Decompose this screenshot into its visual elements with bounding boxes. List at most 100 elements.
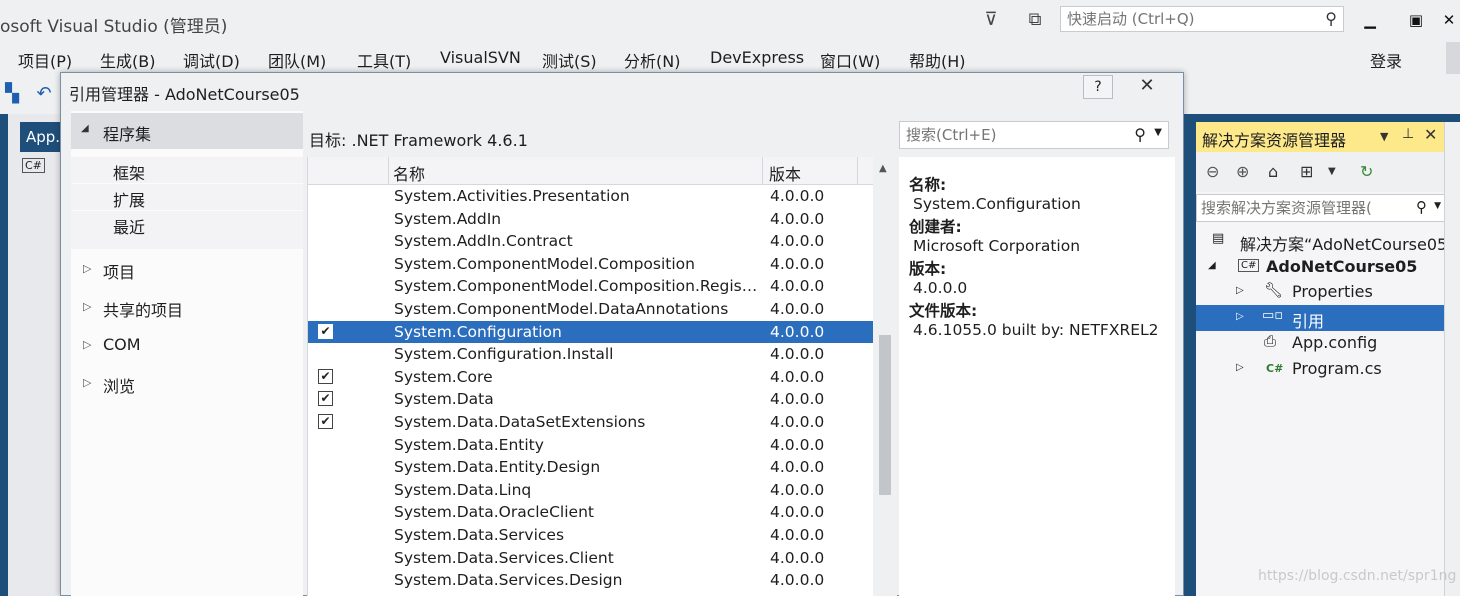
dropdown-icon[interactable]: ▼ (1380, 130, 1388, 143)
table-row[interactable]: ✔ System.Configuration 4.0.0.0 (308, 320, 874, 343)
table-row[interactable]: System.Data.Services.Design 4.0.0.0 (308, 569, 874, 591)
table-row[interactable]: System.ComponentModel.DataAnnotations 4.0… (308, 298, 874, 320)
reference-checkbox[interactable]: ✔ (318, 368, 333, 384)
filter-icon[interactable]: ⊽ (978, 8, 1004, 32)
toolbar-button-icon[interactable]: ▚ (0, 82, 24, 106)
feedback-icon[interactable]: ⧉ (1022, 8, 1048, 32)
chevron-down-icon[interactable]: ▼ (1154, 127, 1162, 138)
detail-file-version-label: 文件版本: (909, 302, 978, 320)
close-icon[interactable]: ✕ (1424, 125, 1437, 144)
solution-search-box[interactable]: ⚲ ▼ (1196, 194, 1446, 222)
scroll-thumb[interactable] (879, 335, 891, 495)
minimize-button[interactable]: ▁ (1352, 6, 1388, 34)
nav-item-projects[interactable]: ▷ 项目 (71, 255, 303, 285)
nav-item-com[interactable]: ▷ COM (71, 331, 303, 361)
column-header-version[interactable]: 版本 (762, 157, 858, 185)
dialog-close-button[interactable]: ✕ (1127, 75, 1167, 99)
table-row[interactable]: System.AddIn 4.0.0.0 (308, 208, 874, 230)
assembly-name: System.Data.Services.Client (394, 548, 614, 567)
chevron-down-icon[interactable]: ▼ (1434, 201, 1441, 211)
collapsed-arrow-icon[interactable]: ▷ (1236, 285, 1244, 296)
tree-item-app-config[interactable]: ⎙ App.config (1196, 330, 1444, 356)
menu-build[interactable]: 生成(B) (100, 48, 155, 72)
solution-search-input[interactable] (1197, 195, 1397, 221)
assembly-version: 4.0.0.0 (770, 209, 825, 228)
table-row[interactable]: System.ComponentModel.Composition 4.0.0.0 (308, 253, 874, 275)
nav-item-recent[interactable]: 最近 (71, 211, 303, 249)
menu-window[interactable]: 窗口(W) (820, 48, 880, 72)
collapsed-arrow-icon[interactable]: ▷ (1236, 311, 1244, 322)
menu-test[interactable]: 测试(S) (542, 48, 597, 72)
nav-item-shared-projects[interactable]: ▷ 共享的项目 (71, 293, 303, 323)
assembly-version: 4.0.0.0 (770, 458, 825, 477)
solution-explorer: 解决方案资源管理器 ▼ ⊥ ✕ ⊖ ⊕ ⌂ ⊞ ▼ ↻ ⚲ ▼ ▤ 解决方案“A… (1196, 122, 1460, 596)
nav-item-assemblies[interactable]: ◢ 程序集 (71, 113, 303, 149)
assembly-name: System.Data.DataSetExtensions (394, 413, 646, 431)
table-row[interactable]: System.Activities.Presentation 4.0.0.0 (308, 185, 874, 207)
list-scrollbar[interactable]: ▲ (873, 157, 897, 596)
chevron-down-icon[interactable]: ▼ (1328, 166, 1336, 177)
assembly-name: System.Data.Services (394, 526, 565, 544)
nav-item-extensions[interactable]: 扩展 (71, 184, 303, 210)
menu-team[interactable]: 团队(M) (268, 48, 326, 72)
table-row[interactable]: System.Data.Entity.Design 4.0.0.0 (308, 456, 874, 478)
maximize-button[interactable]: ▣ (1398, 6, 1434, 34)
help-button[interactable]: ? (1083, 75, 1113, 99)
solution-explorer-title: 解决方案资源管理器 (1202, 131, 1347, 150)
pin-icon[interactable]: ⊥ (1402, 126, 1414, 142)
assembly-name: System.ComponentModel.Composition.Regist… (394, 277, 758, 296)
assembly-version: 4.0.0.0 (770, 413, 825, 431)
editor-tab[interactable]: App. (20, 122, 62, 152)
nav-item-framework[interactable]: 框架 (71, 157, 303, 183)
collapsed-arrow-icon[interactable]: ▷ (1236, 362, 1244, 373)
table-row[interactable]: ✔ System.Core 4.0.0.0 (308, 366, 874, 388)
close-window-button[interactable]: ✕ (1438, 6, 1460, 34)
menu-tools[interactable]: 工具(T) (357, 48, 411, 72)
table-row[interactable]: System.Data.Services 4.0.0.0 (308, 524, 874, 546)
tree-item-properties[interactable]: ▷ 🔧︎ Properties (1196, 279, 1444, 305)
login-link[interactable]: 登录 (1370, 48, 1402, 72)
table-row[interactable]: System.Data.Entity 4.0.0.0 (308, 434, 874, 456)
assembly-name: System.Data.OracleClient (394, 503, 594, 522)
menu-devexpress[interactable]: DevExpress (710, 48, 804, 67)
switch-view-icon[interactable]: ⊞ (1300, 162, 1313, 181)
table-row[interactable]: ✔ System.Data 4.0.0.0 (308, 388, 874, 410)
csharp-project-icon: C# (1238, 259, 1260, 272)
reference-checkbox[interactable]: ✔ (318, 323, 333, 339)
back-icon[interactable]: ⊖ (1206, 162, 1219, 181)
quick-launch-input[interactable] (1061, 7, 1311, 31)
reference-manager-dialog: 引用管理器 - AdoNetCourse05 ? ✕ ◢ 程序集 框架 扩展 最… (60, 72, 1184, 596)
assembly-search-input[interactable] (900, 122, 1120, 148)
home-icon[interactable]: ⌂ (1268, 162, 1278, 181)
scroll-up-icon[interactable]: ▲ (879, 163, 887, 174)
reference-checkbox[interactable]: ✔ (318, 414, 333, 429)
detail-pane: 名称: System.Configuration 创建者: Microsoft … (899, 157, 1175, 596)
undo-icon[interactable]: ↶ (32, 82, 56, 106)
forward-icon[interactable]: ⊕ (1236, 162, 1249, 181)
table-row[interactable]: ✔ System.Data.DataSetExtensions 4.0.0.0 (308, 411, 874, 433)
table-row[interactable]: System.Data.Services.Client 4.0.0.0 (308, 547, 874, 569)
expanded-arrow-icon[interactable]: ◢ (1208, 260, 1216, 271)
column-header-name[interactable]: 名称 (388, 157, 762, 185)
table-row[interactable]: System.AddIn.Contract 4.0.0.0 (308, 230, 874, 252)
table-row[interactable]: System.ComponentModel.Composition.Regist… (308, 275, 874, 297)
refresh-icon[interactable]: ↻ (1360, 162, 1373, 181)
menu-help[interactable]: 帮助(H) (909, 48, 966, 72)
table-row[interactable]: System.Data.Linq 4.0.0.0 (308, 479, 874, 501)
tree-item-program-cs[interactable]: ▷ C# Program.cs (1196, 356, 1444, 382)
search-icon: ⚲ (1416, 198, 1427, 216)
menu-project[interactable]: 项目(P) (18, 48, 72, 72)
menu-debug[interactable]: 调试(D) (183, 48, 240, 72)
assembly-version: 4.0.0.0 (770, 254, 825, 273)
table-row[interactable]: System.Data.OracleClient 4.0.0.0 (308, 501, 874, 523)
reference-checkbox[interactable]: ✔ (318, 391, 333, 407)
quick-launch-box[interactable]: ⚲ (1060, 6, 1344, 32)
assembly-search-box[interactable]: ⚲ ▼ (899, 121, 1169, 149)
nav-item-browse[interactable]: ▷ 浏览 (71, 369, 303, 399)
table-row[interactable]: System.Configuration.Install 4.0.0.0 (308, 343, 874, 365)
menu-analyze[interactable]: 分析(N) (624, 48, 680, 72)
tree-item-solution[interactable]: ▤ 解决方案“AdoNetCourse05 (1196, 228, 1447, 254)
menu-visualsvn[interactable]: VisualSVN (440, 48, 521, 67)
tree-item-references[interactable]: ▷ ▭▫ 引用 (1196, 305, 1444, 331)
tree-item-project[interactable]: ◢ C# AdoNetCourse05 (1196, 254, 1444, 280)
